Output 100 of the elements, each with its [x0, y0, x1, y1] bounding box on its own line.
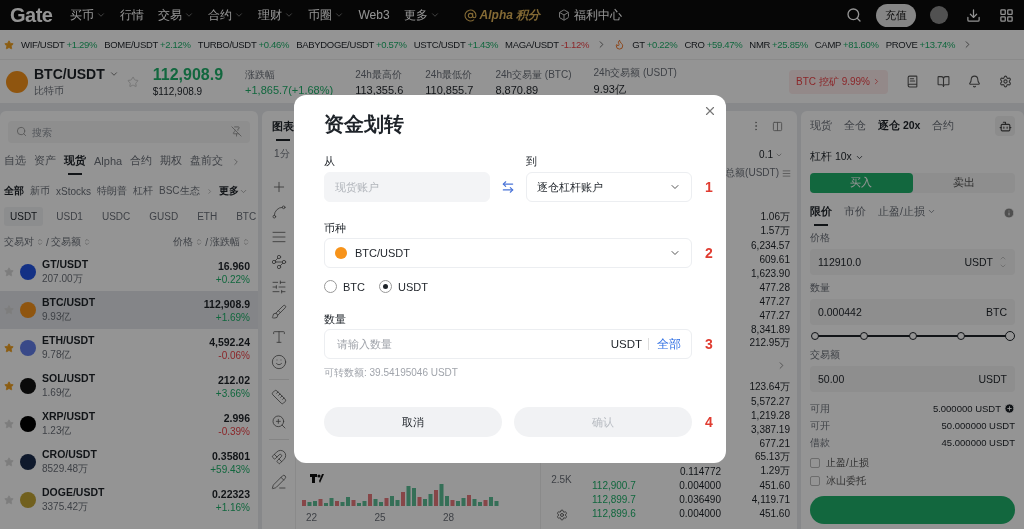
- market-tab[interactable]: 自选: [4, 149, 26, 175]
- swap-icon[interactable]: [501, 180, 515, 194]
- market-tab[interactable]: 盘前交: [190, 149, 224, 175]
- nav-item[interactable]: 福利中心: [574, 6, 623, 24]
- column-header[interactable]: 交易对: [4, 235, 34, 249]
- star-icon[interactable]: [4, 381, 14, 391]
- nav-item[interactable]: 买币: [70, 6, 107, 24]
- column-header[interactable]: 交易额: [50, 235, 81, 249]
- chevron-right-icon[interactable]: [205, 186, 213, 196]
- nav-item[interactable]: 行情: [120, 6, 145, 24]
- slider-node[interactable]: [908, 332, 917, 340]
- quote-chip[interactable]: USDT: [4, 206, 44, 226]
- max-link[interactable]: 全部: [657, 335, 681, 353]
- menu-icon[interactable]: [782, 168, 791, 178]
- category-filter[interactable]: 杠杆: [133, 184, 153, 198]
- download-icon[interactable]: [966, 7, 981, 23]
- order-type-tab[interactable]: 止盈/止损: [878, 200, 936, 226]
- close-button[interactable]: [703, 104, 717, 118]
- nodes-icon[interactable]: [270, 254, 287, 270]
- quote-chip[interactable]: USDC: [95, 206, 137, 226]
- order-type-tab[interactable]: 市价: [844, 200, 866, 226]
- nav-item[interactable]: Web3: [358, 8, 390, 22]
- alpha-points-link[interactable]: Alpha 积分: [479, 6, 541, 24]
- nav-item[interactable]: 币圈: [308, 6, 345, 24]
- slider-track[interactable]: [810, 330, 1015, 342]
- stepper-icon[interactable]: [999, 254, 1007, 270]
- brush-icon[interactable]: [270, 304, 287, 320]
- market-tab[interactable]: 资产: [34, 149, 56, 175]
- radio-button[interactable]: USDT: [379, 280, 428, 293]
- category-filter[interactable]: 特朗普: [97, 184, 127, 198]
- book-icon[interactable]: [906, 75, 919, 88]
- market-tab[interactable]: Alpha: [94, 150, 123, 174]
- ticker-pair[interactable]: BABYDOGE/USDT: [296, 39, 375, 50]
- quote-chip[interactable]: BTC: [230, 206, 263, 226]
- ruler-icon[interactable]: [270, 389, 287, 405]
- ticker-pair[interactable]: CAMP: [814, 39, 842, 50]
- ticker-pair[interactable]: GT: [632, 39, 645, 50]
- market-tab[interactable]: 期权: [160, 149, 183, 175]
- sort-icon[interactable]: [195, 238, 204, 246]
- ticker-pair[interactable]: TURBO/USDT: [197, 39, 257, 50]
- ticker-pair[interactable]: PROVE: [885, 39, 918, 50]
- margin-tab[interactable]: 全仓: [844, 119, 866, 133]
- pin-icon[interactable]: [231, 126, 242, 137]
- market-tab[interactable]: 合约: [130, 149, 153, 175]
- text-icon[interactable]: [270, 329, 287, 345]
- category-filter[interactable]: BSC生态: [159, 184, 200, 198]
- nav-item[interactable]: 理财: [258, 6, 295, 24]
- sliders-icon[interactable]: [270, 279, 287, 295]
- star-icon[interactable]: [126, 75, 139, 88]
- nav-item[interactable]: 合约: [208, 6, 245, 24]
- grid-menu-icon[interactable]: [999, 7, 1014, 23]
- checkbox[interactable]: [810, 476, 820, 486]
- open-book-icon[interactable]: [937, 75, 950, 88]
- quote-chip[interactable]: GUSD: [143, 206, 185, 226]
- amount-field[interactable]: 请输入数量 USDT 全部: [324, 329, 692, 359]
- slider-node[interactable]: [811, 332, 819, 340]
- ticker-pair[interactable]: NMR: [749, 39, 771, 50]
- star-icon[interactable]: [4, 343, 14, 353]
- margin-tab[interactable]: 逐仓 20x: [878, 119, 921, 133]
- ticker-pair[interactable]: MAGA/USDT: [505, 39, 559, 50]
- to-account-select[interactable]: 逐仓杠杆账户: [526, 172, 692, 202]
- leverage-dropdown[interactable]: 杠杆 10x: [810, 149, 1015, 165]
- settings-icon[interactable]: [999, 75, 1012, 88]
- column-header[interactable]: 涨跌幅: [210, 235, 240, 249]
- ticker-pair[interactable]: WIF/USDT: [21, 39, 65, 50]
- logo[interactable]: Gate: [10, 3, 53, 27]
- bell-icon[interactable]: [968, 75, 981, 88]
- precision-dropdown[interactable]: 0.1: [759, 149, 783, 160]
- search-icon[interactable]: [846, 7, 862, 23]
- magnet-icon[interactable]: [270, 449, 287, 465]
- sort-icon[interactable]: [242, 238, 250, 246]
- radio-button[interactable]: BTC: [324, 280, 365, 293]
- margin-tab[interactable]: 合约: [932, 119, 955, 133]
- margin-tab[interactable]: 现货: [810, 119, 832, 133]
- column-header[interactable]: 价格: [173, 235, 194, 249]
- ticker-pair[interactable]: USTC/USDT: [413, 39, 466, 50]
- quote-chip[interactable]: ETH: [191, 206, 224, 226]
- ticker-pair[interactable]: BOME/USDT: [104, 39, 158, 50]
- pair-title[interactable]: BTC/USDT: [34, 65, 119, 82]
- order-input[interactable]: 112910.0 USDT: [810, 249, 1015, 275]
- info-icon[interactable]: [1003, 207, 1015, 219]
- checkbox[interactable]: [810, 458, 820, 468]
- cancel-button[interactable]: 取消: [324, 407, 502, 437]
- submit-button[interactable]: [810, 496, 1015, 524]
- smile-icon[interactable]: [270, 354, 287, 370]
- avatar[interactable]: [930, 6, 948, 24]
- nav-item[interactable]: 更多: [403, 6, 440, 24]
- sort-icon[interactable]: [36, 238, 44, 246]
- nav-item[interactable]: 交易: [158, 6, 195, 24]
- quote-chip[interactable]: USD1: [50, 206, 89, 226]
- sort-icon[interactable]: [82, 238, 91, 246]
- side-button[interactable]: 卖出: [912, 173, 1015, 193]
- layout-icon[interactable]: [772, 120, 783, 132]
- slider-node[interactable]: [957, 332, 966, 340]
- lines-icon[interactable]: [270, 229, 287, 245]
- add-icon[interactable]: [1004, 403, 1015, 414]
- robot-icon[interactable]: [995, 116, 1015, 136]
- order-input[interactable]: 50.00 USDT: [810, 366, 1015, 392]
- slider-node[interactable]: [859, 332, 868, 340]
- zoom-in-icon[interactable]: [270, 414, 287, 430]
